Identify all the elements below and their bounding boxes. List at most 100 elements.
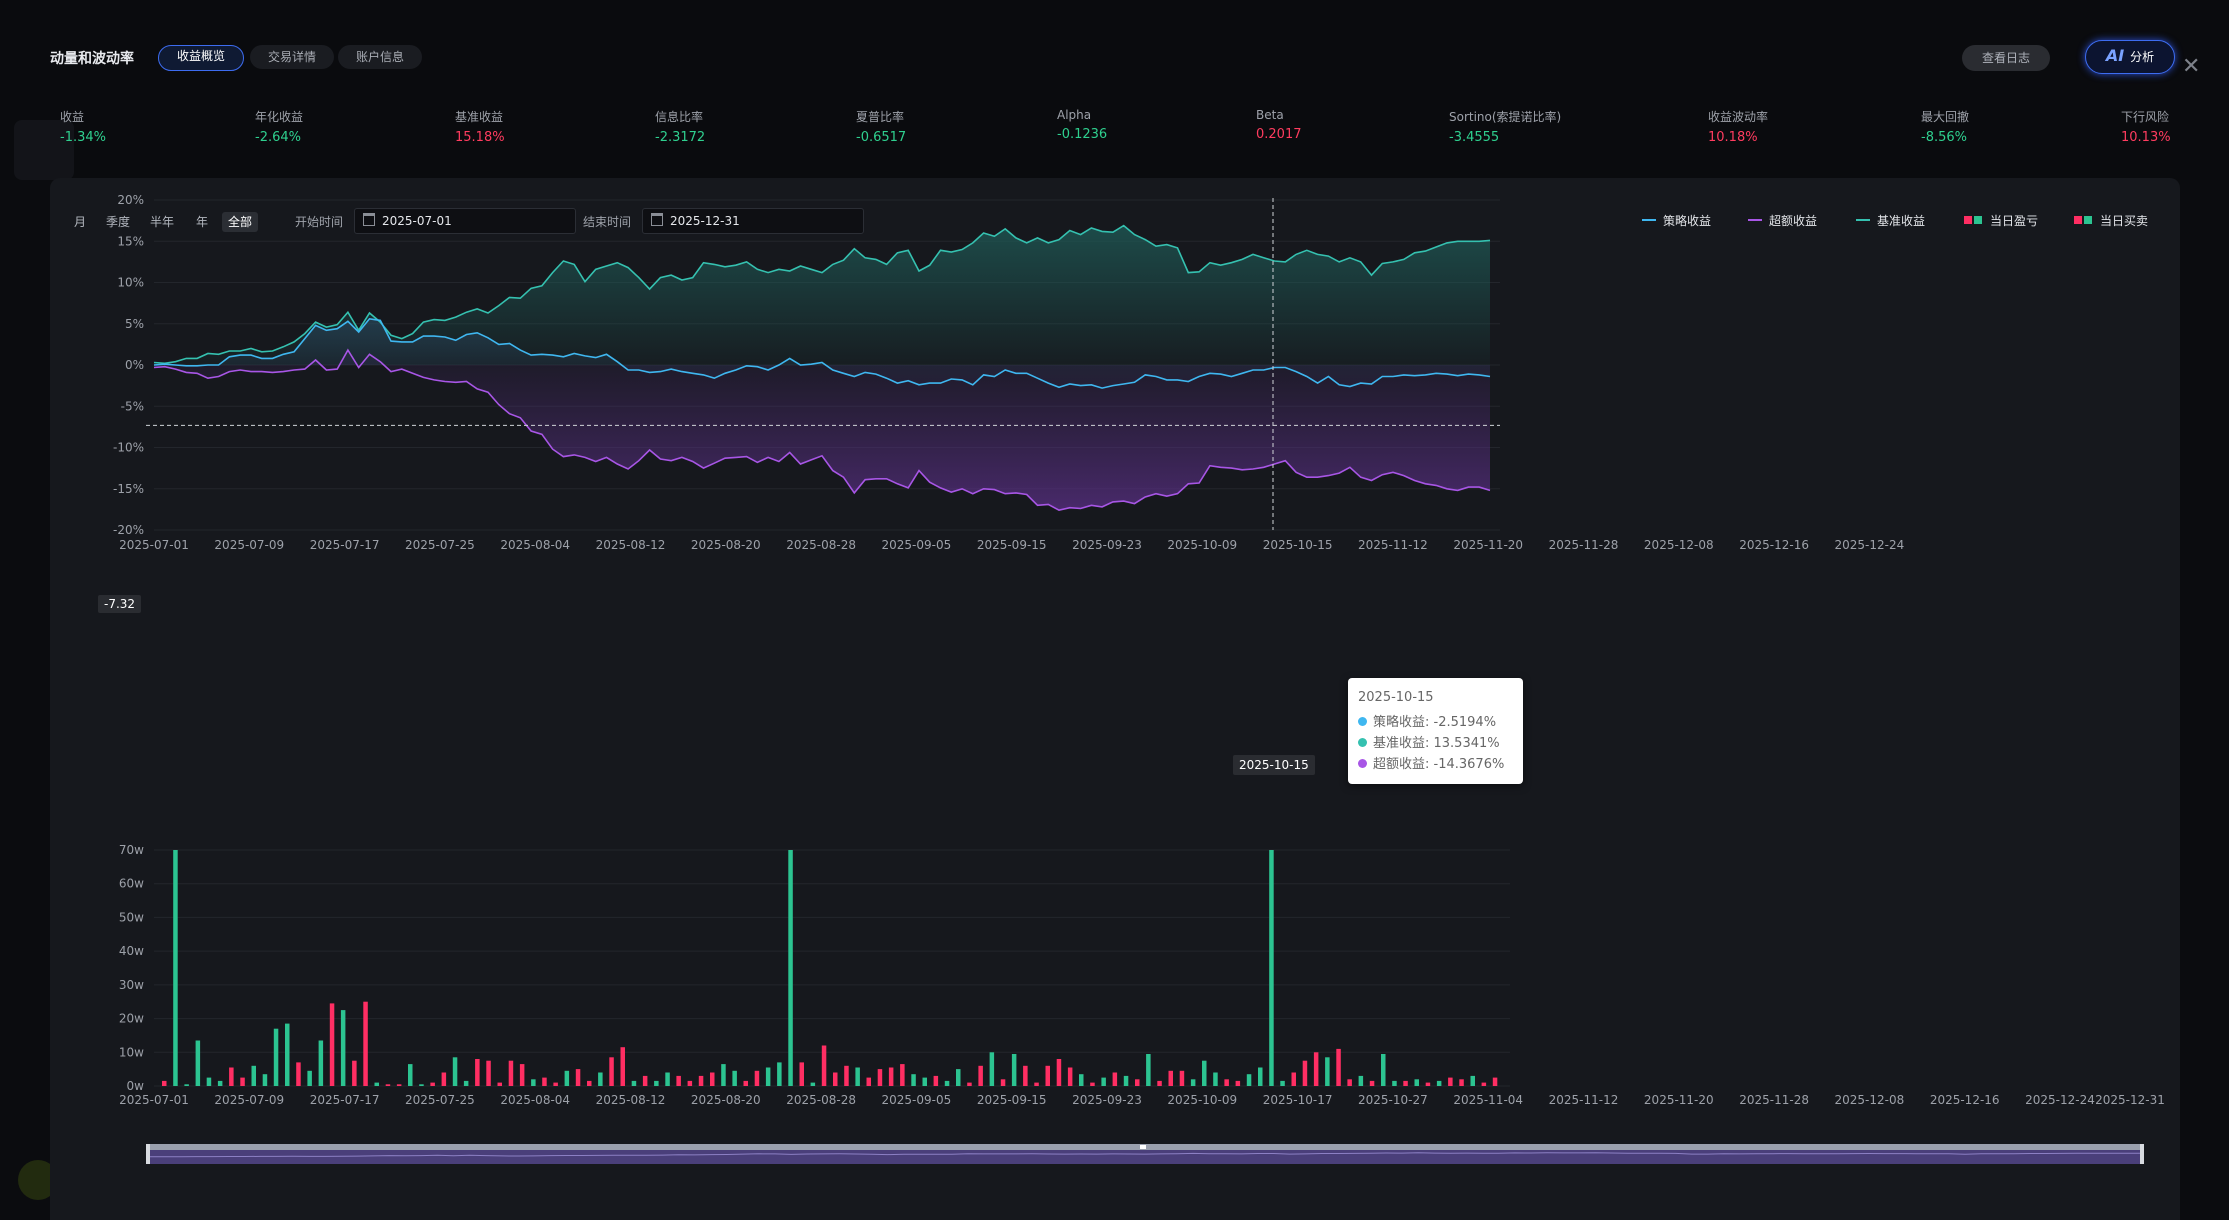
bar <box>1481 1082 1487 1086</box>
charts-canvas[interactable]: 20%15%10%5%0%-5%-10%-15%-20%2025-07-01 20… <box>50 178 2180 1220</box>
bar <box>430 1082 435 1086</box>
bar <box>1202 1060 1207 1086</box>
y-tick-label: 10w <box>119 1045 144 1059</box>
bar <box>844 1065 849 1086</box>
bar <box>519 1064 525 1086</box>
bar <box>162 1080 167 1086</box>
bar <box>1302 1060 1308 1086</box>
bar <box>441 1072 447 1086</box>
bar <box>1067 1067 1073 1086</box>
zoom-handle-left[interactable] <box>146 1144 150 1164</box>
bar <box>419 1084 424 1086</box>
x-tick-label: 2025-09-15 <box>977 538 1047 552</box>
x-tick-label: 2025-12-08 <box>1644 538 1714 552</box>
bar <box>1123 1075 1129 1086</box>
x-tick-label: 2025-07-01 <box>119 538 189 552</box>
bar-chart-axis: 70w 60w 50w 40w 30w 20w 10w 0w2025-07-01 2025-07… <box>119 843 2165 1107</box>
bar <box>1280 1080 1285 1086</box>
bar <box>1436 1080 1442 1086</box>
bar <box>1358 1075 1364 1086</box>
y-tick-label: -20% <box>113 523 144 537</box>
x-tick-label: 2025-09-05 <box>882 538 952 552</box>
bar <box>1347 1079 1352 1086</box>
bar <box>598 1072 603 1086</box>
bar <box>1056 1059 1062 1086</box>
bar <box>542 1077 547 1086</box>
y-tick-label: 20w <box>119 1012 144 1026</box>
x-tick-label: 2025-11-12 <box>1358 538 1428 552</box>
x-tick-label: 2025-07-25 <box>405 1093 475 1107</box>
x-tick-label: 2025-12-24 <box>1835 538 1905 552</box>
zoom-slider <box>146 1144 2144 1164</box>
tooltip-row-excess: 超额收益: -14.3676% <box>1358 753 1504 772</box>
bar <box>262 1074 268 1086</box>
metric-max-drawdown: 最大回撤 -8.56% <box>1921 110 1970 145</box>
x-tick-label: 2025-12-24 <box>2025 1093 2095 1107</box>
bar <box>732 1070 737 1086</box>
close-icon[interactable]: ✕ <box>2182 54 2200 79</box>
zoom-handle-right[interactable] <box>2140 1144 2144 1164</box>
bar <box>1190 1079 1196 1086</box>
x-tick-label: 2025-07-17 <box>310 1093 380 1107</box>
tab-overview[interactable]: 收益概览 <box>158 45 245 71</box>
metric-sortino: Sortino(索提诺比率) -3.4555 <box>1449 110 1562 145</box>
bar <box>620 1047 625 1086</box>
bar <box>754 1070 760 1086</box>
bar <box>911 1074 916 1086</box>
y-tick-label: -15% <box>113 482 144 496</box>
view-log-button[interactable]: 查看日志 <box>1962 45 2050 71</box>
bar <box>1011 1054 1017 1086</box>
bar <box>743 1080 748 1086</box>
x-tick-label: 2025-08-04 <box>500 1093 570 1107</box>
bar <box>329 1003 335 1086</box>
bar <box>1425 1082 1431 1086</box>
bar <box>788 850 793 1086</box>
tab-trade-details[interactable]: 交易详情 <box>250 45 335 69</box>
bar <box>989 1052 995 1086</box>
bar <box>531 1079 536 1086</box>
tab-account-info[interactable]: 账户信息 <box>338 45 423 69</box>
bar <box>1269 850 1274 1086</box>
x-tick-label: 2025-09-15 <box>977 1093 1047 1107</box>
x-tick-label: 2025-09-23 <box>1072 538 1142 552</box>
ai-icon: AI <box>2105 46 2125 65</box>
bar <box>1325 1057 1330 1086</box>
bar <box>1235 1080 1241 1086</box>
metric-beta: Beta 0.2017 <box>1256 108 1302 142</box>
x-tick-label: 2025-08-20 <box>691 538 761 552</box>
bar <box>944 1080 950 1086</box>
y-tick-label: 30w <box>119 978 144 992</box>
bar <box>710 1072 715 1086</box>
bar <box>1258 1067 1263 1086</box>
x-tick-label: 2025-10-09 <box>1167 538 1237 552</box>
crosshair-y-label: -7.32 <box>98 595 142 613</box>
bar <box>285 1023 290 1086</box>
tooltip-date: 2025-10-15 <box>1358 690 1434 705</box>
bar <box>1246 1074 1252 1086</box>
bar <box>340 1010 346 1086</box>
metric-sharpe: 夏普比率 -0.6517 <box>856 110 907 145</box>
bar <box>609 1057 614 1086</box>
bar <box>564 1070 570 1086</box>
bar <box>1079 1074 1084 1086</box>
bar <box>1459 1079 1464 1086</box>
y-tick-label: -10% <box>113 441 144 455</box>
x-tick-label: 2025-12-16 <box>1739 538 1809 552</box>
y-tick-label: 50w <box>119 910 144 924</box>
bar <box>374 1082 379 1086</box>
ai-analysis-button[interactable]: AI 分析 <box>2085 40 2175 74</box>
bar <box>508 1060 514 1086</box>
x-tick-label: 2025-12-31 <box>2095 1093 2165 1107</box>
y-tick-label: 40w <box>119 944 144 958</box>
bar <box>273 1028 279 1086</box>
bar <box>352 1060 357 1086</box>
y-tick-label: 0% <box>125 358 144 372</box>
background-app <box>0 0 2229 180</box>
metric-downside-risk: 下行风险 10.13% <box>2121 110 2171 145</box>
bar <box>1448 1077 1453 1086</box>
x-tick-label: 2025-10-15 <box>1263 538 1333 552</box>
line-chart-areas <box>154 225 1490 511</box>
y-tick-label: 20% <box>117 193 144 207</box>
y-tick-label: 5% <box>125 317 144 331</box>
bar <box>1023 1065 1028 1086</box>
